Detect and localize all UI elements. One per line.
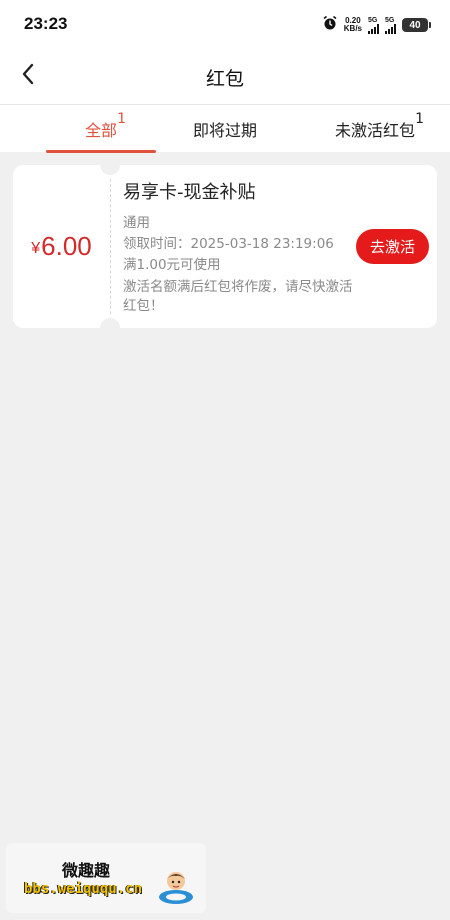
coupon-threshold: 满1.00元可使用	[123, 257, 221, 273]
activate-button[interactable]: 去激活	[356, 229, 429, 264]
tab-all[interactable]: 全部 1	[46, 105, 156, 153]
signal-sim2: 5G	[385, 17, 396, 34]
tab-label: 即将过期	[192, 121, 257, 140]
signal-sim1: 5G	[368, 17, 379, 34]
tab-count-badge: 1	[117, 111, 126, 127]
currency-symbol: ¥	[31, 239, 41, 257]
signal-bars-icon	[368, 23, 379, 34]
alarm-icon	[322, 15, 338, 35]
tab-count-badge: 1	[415, 111, 424, 127]
coupon-card: ¥ 6.00 易享卡-现金补贴 通用 领取时间：2025-03-18 23:19…	[13, 155, 437, 338]
tab-expiring[interactable]: 即将过期	[170, 105, 280, 153]
amount-value: 6.00	[41, 231, 92, 261]
coupon-title: 易享卡-现金补贴	[123, 182, 256, 203]
status-time: 23:23	[24, 14, 68, 33]
network-speed: 0.20 KB/s	[343, 16, 362, 33]
status-bar: 23:23 0.20 KB/s 5G 5G 40	[0, 0, 450, 50]
tab-label: 全部	[84, 121, 117, 140]
tab-label: 未激活红包	[334, 121, 415, 140]
coupon-info: 易享卡-现金补贴 通用 领取时间：2025-03-18 23:19:06 满1.…	[123, 181, 353, 316]
tab-inactive[interactable]: 未激活红包 1	[310, 105, 440, 153]
card-divider	[110, 179, 111, 314]
tab-bar: 全部 1 即将过期 未激活红包 1	[0, 104, 450, 153]
page-title: 红包	[205, 68, 244, 90]
battery-icon: 40	[402, 18, 431, 32]
coupon-received-time: 领取时间：2025-03-18 23:19:06	[123, 236, 334, 252]
coupon-amount: ¥ 6.00	[13, 165, 110, 328]
coupon-scope: 通用	[123, 215, 150, 231]
watermark: 微趣趣 bbs.weiququ.cn	[6, 843, 206, 913]
coupon-note: 激活名额满后红包将作废，请尽快激活红包！	[123, 279, 353, 314]
status-icons: 0.20 KB/s 5G 5G 40	[322, 15, 431, 35]
page-header: 红包	[0, 50, 450, 104]
watermark-url: bbs.weiququ.cn	[24, 881, 143, 897]
watermark-brand: 微趣趣	[62, 861, 111, 880]
mascot-icon	[156, 867, 196, 911]
signal-bars-icon	[385, 23, 396, 34]
active-tab-indicator	[46, 150, 156, 153]
